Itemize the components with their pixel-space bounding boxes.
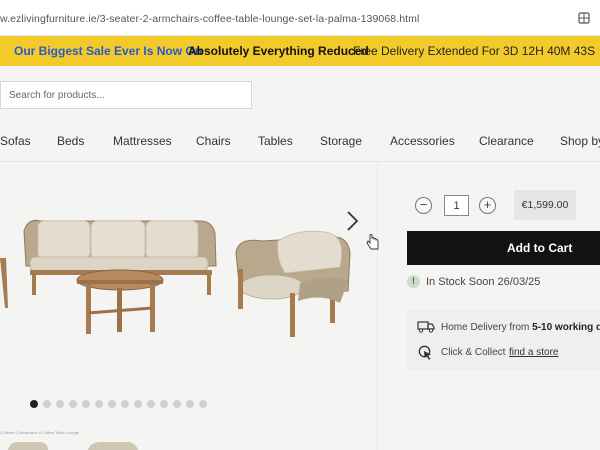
nav-item-mattresses[interactable]: Mattresses xyxy=(113,134,172,148)
gallery-dot[interactable] xyxy=(30,400,38,408)
home-delivery-days: 5-10 working da xyxy=(532,322,600,333)
truck-icon xyxy=(417,321,435,333)
click-collect-text: Click & Collect xyxy=(441,347,506,358)
url-text[interactable]: w.ezlivingfurniture.ie/3-seater-2-armcha… xyxy=(0,13,419,25)
gallery-dot[interactable] xyxy=(56,400,64,408)
gallery-dot[interactable] xyxy=(199,400,207,408)
add-to-cart-button[interactable]: Add to Cart xyxy=(407,231,600,265)
nav-item-clearance[interactable]: Clearance xyxy=(479,134,534,148)
gallery-dot[interactable] xyxy=(134,400,142,408)
stock-status: In Stock Soon 26/03/25 xyxy=(426,276,541,288)
search-box[interactable] xyxy=(0,81,252,109)
nav-item-tables[interactable]: Tables xyxy=(258,134,293,148)
coffee-table-shape xyxy=(76,269,164,334)
armchair-shape xyxy=(235,230,351,337)
main-nav: Sofas Beds Mattresses Chairs Tables Stor… xyxy=(0,120,600,162)
quantity-increase-button[interactable]: + xyxy=(479,197,496,214)
gallery-caption: 3 Seater 2 Armchairs & Coffee Table Loun… xyxy=(0,430,80,435)
find-store-link[interactable]: find a store xyxy=(509,347,558,358)
product-gallery[interactable]: 3 Seater 2 Armchairs & Coffee Table Loun… xyxy=(0,163,378,450)
gallery-dot[interactable] xyxy=(95,400,103,408)
home-delivery-text: Home Delivery from 5-10 working da xyxy=(441,322,600,333)
gallery-dot[interactable] xyxy=(160,400,168,408)
gallery-dot[interactable] xyxy=(186,400,194,408)
gallery-dot[interactable] xyxy=(173,400,181,408)
nav-item-chairs[interactable]: Chairs xyxy=(196,134,231,148)
thumbnail-strip[interactable] xyxy=(0,439,170,450)
gallery-dot[interactable] xyxy=(108,400,116,408)
search-input[interactable] xyxy=(1,82,241,108)
nav-item-accessories[interactable]: Accessories xyxy=(390,134,455,148)
gallery-dot[interactable] xyxy=(147,400,155,408)
promo-headline: Our Biggest Sale Ever Is Now On xyxy=(14,44,203,58)
click-collect-icon xyxy=(418,345,431,360)
gallery-dot[interactable] xyxy=(121,400,129,408)
price-display: €1,599.00 xyxy=(514,190,576,220)
stock-alert-icon: ! xyxy=(407,275,420,288)
chevron-right-icon[interactable] xyxy=(345,210,359,232)
promo-banner[interactable]: Our Biggest Sale Ever Is Now On Absolute… xyxy=(0,36,600,66)
hand-cursor-icon xyxy=(366,234,379,250)
home-delivery-prefix: Home Delivery from xyxy=(441,322,530,333)
promo-reduced: Absolutely Everything Reduced xyxy=(188,44,369,58)
nav-item-beds[interactable]: Beds xyxy=(57,134,84,148)
quantity-input[interactable] xyxy=(444,195,469,216)
nav-item-sofas[interactable]: Sofas xyxy=(0,134,31,148)
nav-item-shop-by[interactable]: Shop by xyxy=(560,134,600,148)
promo-delivery-countdown: Free Delivery Extended For 3D 12H 40M 43… xyxy=(353,44,596,58)
gallery-dot[interactable] xyxy=(82,400,90,408)
tab-switcher-icon[interactable] xyxy=(578,12,590,24)
delivery-info-panel xyxy=(407,310,600,370)
gallery-dot[interactable] xyxy=(43,400,51,408)
quantity-decrease-button[interactable]: − xyxy=(415,197,432,214)
gallery-dot[interactable] xyxy=(69,400,77,408)
browser-url-bar[interactable]: w.ezlivingfurniture.ie/3-seater-2-armcha… xyxy=(0,0,600,36)
nav-item-storage[interactable]: Storage xyxy=(320,134,362,148)
